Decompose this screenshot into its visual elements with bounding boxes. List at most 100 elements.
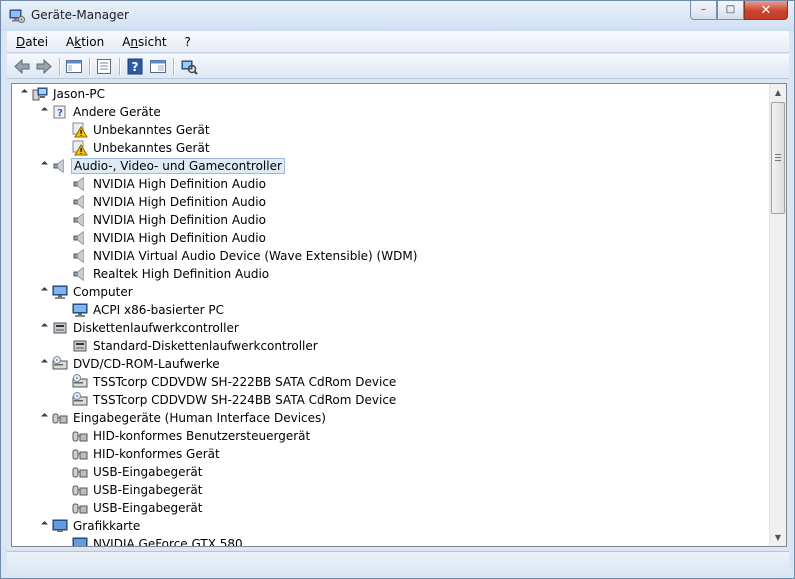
view-icon[interactable]: [149, 58, 167, 75]
tree-item-label: Unbekanntes Gerät: [93, 123, 210, 137]
help-icon[interactable]: ?: [126, 58, 144, 75]
title-bar[interactable]: Geräte-Manager – □ ✕: [1, 1, 794, 31]
tree-device[interactable]: Standard-Diskettenlaufwerkcontroller: [12, 337, 769, 355]
tree-device[interactable]: TSSTcorp CDDVDW SH-224BB SATA CdRom Devi…: [12, 391, 769, 409]
tree-device[interactable]: ACPI x86-basierter PC: [12, 301, 769, 319]
unknown-icon: ?: [53, 105, 66, 119]
hid-icon: [72, 467, 88, 478]
expand-collapse-icon[interactable]: [40, 358, 49, 367]
speaker-icon: [53, 158, 64, 174]
hid-icon: [72, 449, 88, 460]
tree-device[interactable]: NVIDIA High Definition Audio: [12, 211, 769, 229]
device-manager-window: Geräte-Manager – □ ✕ Datei Aktion Ansich…: [0, 0, 795, 579]
tree-root[interactable]: Jason-PC: [12, 85, 769, 103]
scroll-up-icon[interactable]: ▲: [770, 84, 786, 101]
tree-item-label: USB-Eingabegerät: [93, 501, 203, 515]
toolbar-separator: [59, 58, 60, 75]
expand-collapse-icon[interactable]: [40, 412, 49, 421]
tree-item-label: Jason-PC: [53, 87, 106, 101]
tree-item-label: NVIDIA High Definition Audio: [93, 195, 266, 209]
speaker-icon: [73, 176, 84, 192]
tree-item-label: Grafikkarte: [73, 519, 141, 533]
floppy-icon: [73, 340, 87, 352]
tree-category[interactable]: Computer: [12, 283, 769, 301]
scroll-down-icon[interactable]: ▼: [770, 529, 786, 546]
menu-aktion[interactable]: Aktion: [57, 35, 113, 49]
tree-category[interactable]: Diskettenlaufwerkcontroller: [12, 319, 769, 337]
warning-icon: [72, 122, 88, 138]
tree-category[interactable]: DVD/CD-ROM-Laufwerke: [12, 355, 769, 373]
toolbar: ?: [7, 54, 789, 79]
tree-item-label: NVIDIA GeForce GTX 580: [93, 537, 243, 547]
pc-icon: [32, 87, 48, 101]
properties-icon[interactable]: [95, 58, 113, 75]
warning-icon: [72, 140, 88, 156]
tree-category[interactable]: Grafikkarte: [12, 517, 769, 535]
tree-device[interactable]: USB-Eingabegerät: [12, 463, 769, 481]
expand-collapse-icon[interactable]: [40, 160, 49, 169]
tree-item-label: Audio-, Video- und Gamecontroller: [71, 158, 285, 174]
tree-item-label: NVIDIA Virtual Audio Device (Wave Extens…: [93, 249, 418, 263]
tree-item-label: ACPI x86-basierter PC: [93, 303, 224, 317]
menu-datei[interactable]: Datei: [7, 35, 57, 49]
scan-hardware-icon[interactable]: [180, 58, 198, 75]
tree-category[interactable]: ? Andere Geräte: [12, 103, 769, 121]
menu-help-label: ?: [184, 34, 191, 49]
tree-category[interactable]: Audio-, Video- und Gamecontroller: [12, 157, 769, 175]
expand-collapse-icon[interactable]: [20, 88, 29, 97]
tree-item-label: DVD/CD-ROM-Laufwerke: [73, 357, 220, 371]
maximize-button[interactable]: □: [717, 1, 744, 20]
status-bar: [7, 551, 789, 573]
speaker-icon: [73, 230, 84, 246]
speaker-icon: [73, 212, 84, 228]
scrollbar-thumb[interactable]: [771, 102, 785, 214]
tree-item-label: HID-konformes Gerät: [93, 447, 220, 461]
tree-device[interactable]: USB-Eingabegerät: [12, 499, 769, 517]
show-hide-tree-icon[interactable]: [65, 58, 83, 75]
tree-item-label: NVIDIA High Definition Audio: [93, 231, 266, 245]
menu-ansicht-label: Ansicht: [122, 34, 167, 49]
tree-device[interactable]: NVIDIA GeForce GTX 580: [12, 535, 769, 547]
tree-item-label: Realtek High Definition Audio: [93, 267, 270, 281]
close-button[interactable]: ✕: [744, 1, 788, 20]
forward-icon[interactable]: [35, 58, 53, 75]
minimize-button[interactable]: –: [690, 1, 717, 20]
speaker-icon: [73, 194, 84, 210]
expand-collapse-icon[interactable]: [40, 520, 49, 529]
menu-bar: Datei Aktion Ansicht ?: [7, 31, 789, 53]
tree-item-label: Computer: [73, 285, 133, 299]
tree-device[interactable]: TSSTcorp CDDVDW SH-222BB SATA CdRom Devi…: [12, 373, 769, 391]
tree-device[interactable]: Realtek High Definition Audio: [12, 265, 769, 283]
svg-text:?: ?: [57, 108, 63, 119]
tree-device[interactable]: HID-konformes Gerät: [12, 445, 769, 463]
tree-device[interactable]: NVIDIA High Definition Audio: [12, 175, 769, 193]
expand-collapse-icon[interactable]: [40, 322, 49, 331]
menu-help[interactable]: ?: [176, 35, 200, 49]
tree-item-label: Unbekanntes Gerät: [93, 141, 210, 155]
tree-device[interactable]: HID-konformes Benutzersteuergerät: [12, 427, 769, 445]
tree-item-label: TSSTcorp CDDVDW SH-224BB SATA CdRom Devi…: [93, 393, 397, 407]
tree-device[interactable]: NVIDIA Virtual Audio Device (Wave Extens…: [12, 247, 769, 265]
tree-device[interactable]: Unbekanntes Gerät: [12, 121, 769, 139]
menu-aktion-label: Aktion: [66, 34, 105, 49]
svg-text:?: ?: [132, 60, 139, 74]
tree-device[interactable]: Unbekanntes Gerät: [12, 139, 769, 157]
tree-item-label: HID-konformes Benutzersteuergerät: [93, 429, 311, 443]
menu-ansicht[interactable]: Ansicht: [113, 35, 175, 49]
tree-device[interactable]: NVIDIA High Definition Audio: [12, 193, 769, 211]
speaker-icon: [73, 248, 84, 264]
tree-category[interactable]: Eingabegeräte (Human Interface Devices): [12, 409, 769, 427]
grip-line: [775, 157, 781, 158]
tree-device[interactable]: USB-Eingabegerät: [12, 481, 769, 499]
tree-device[interactable]: NVIDIA High Definition Audio: [12, 229, 769, 247]
hid-icon: [72, 503, 88, 514]
device-tree[interactable]: Jason-PC ? Andere Geräte Unbekanntes Gerät U…: [11, 83, 787, 547]
expand-collapse-icon[interactable]: [40, 106, 49, 115]
vertical-scrollbar[interactable]: ▲ ▼: [769, 84, 786, 546]
hid-icon: [72, 485, 88, 496]
device-manager-icon: [9, 9, 25, 23]
tree-item-label: Diskettenlaufwerkcontroller: [73, 321, 239, 335]
maximize-icon: □: [725, 4, 736, 15]
back-icon[interactable]: [13, 58, 31, 75]
expand-collapse-icon[interactable]: [40, 286, 49, 295]
